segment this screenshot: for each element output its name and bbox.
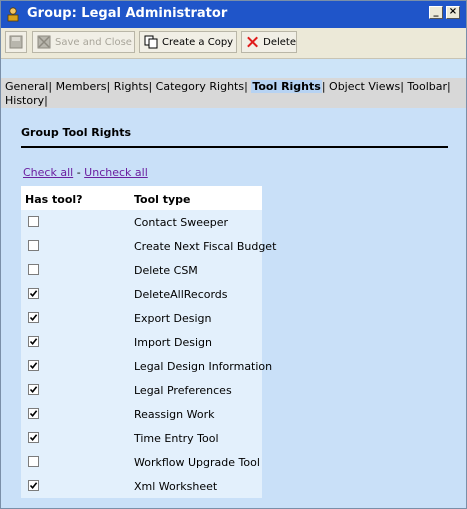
close-button[interactable]: × xyxy=(446,6,460,19)
tool-type-label: Reassign Work xyxy=(134,408,215,421)
table-body: Contact Sweeper Create Next Fiscal Budget… xyxy=(21,210,276,498)
table-row: Create Next Fiscal Budget xyxy=(21,234,276,258)
table-row: Delete CSM xyxy=(21,258,262,282)
save-icon xyxy=(9,35,23,49)
group-icon xyxy=(7,7,19,22)
checkmark-icon xyxy=(29,362,38,370)
toolbar: Save and Close Create a Copy Delete xyxy=(1,28,466,59)
delete-label: Delete xyxy=(263,36,296,48)
has-tool-checkbox[interactable] xyxy=(28,312,39,323)
close-icon: × xyxy=(448,6,458,17)
table-row: Contact Sweeper xyxy=(21,210,262,234)
create-a-copy-button[interactable]: Create a Copy xyxy=(139,31,237,53)
table-row: Time Entry Tool xyxy=(21,426,262,450)
table-row: Reassign Work xyxy=(21,402,262,426)
table-row: Workflow Upgrade Tool xyxy=(21,450,262,474)
tool-type-label: DeleteAllRecords xyxy=(134,288,228,301)
copy-icon xyxy=(144,35,158,49)
table-header: Has tool? Tool type xyxy=(21,186,262,210)
checkmark-icon xyxy=(29,338,38,346)
checkmark-icon xyxy=(29,386,38,394)
has-tool-checkbox[interactable] xyxy=(28,360,39,371)
tool-type-label: Contact Sweeper xyxy=(134,216,229,229)
link-separator: - xyxy=(76,166,81,179)
tab-bar: General| Members| Rights| Category Right… xyxy=(1,78,466,108)
tab-object-views[interactable]: Object Views xyxy=(329,80,400,93)
has-tool-checkbox[interactable] xyxy=(28,216,39,227)
tool-type-label: Legal Design Information xyxy=(134,360,273,373)
check-all-link[interactable]: Check all xyxy=(23,166,73,179)
has-tool-checkbox[interactable] xyxy=(28,384,39,395)
delete-icon xyxy=(247,36,258,48)
tool-type-label: Legal Preferences xyxy=(134,384,232,397)
table-row: Xml Worksheet xyxy=(21,474,262,498)
has-tool-checkbox[interactable] xyxy=(28,408,39,419)
window: Group: Legal Administrator _ × Save and … xyxy=(0,0,467,509)
save-and-close-button[interactable]: Save and Close xyxy=(32,31,135,53)
minimize-icon: _ xyxy=(433,6,439,17)
has-tool-checkbox[interactable] xyxy=(28,240,39,251)
has-tool-checkbox[interactable] xyxy=(28,432,39,443)
table-row: Legal Design Information xyxy=(21,354,272,378)
has-tool-checkbox[interactable] xyxy=(28,480,39,491)
delete-button[interactable]: Delete xyxy=(241,31,297,53)
tool-type-label: Export Design xyxy=(134,312,212,325)
save-button[interactable] xyxy=(5,31,27,53)
window-title: Group: Legal Administrator xyxy=(27,6,228,21)
tool-type-label: Time Entry Tool xyxy=(134,432,219,445)
table-row: Legal Preferences xyxy=(21,378,262,402)
create-a-copy-label: Create a Copy xyxy=(162,36,234,48)
section-title: Group Tool Rights xyxy=(21,126,132,139)
tool-type-label: Delete CSM xyxy=(134,264,198,277)
table-row: DeleteAllRecords xyxy=(21,282,262,306)
tool-type-label: Create Next Fiscal Budget xyxy=(134,240,277,253)
tab-history[interactable]: History xyxy=(5,94,44,107)
tab-members[interactable]: Members xyxy=(56,80,107,93)
tab-tool-rights[interactable]: Tool Rights xyxy=(251,80,322,93)
checkmark-icon xyxy=(29,290,38,298)
table-row: Export Design xyxy=(21,306,262,330)
has-tool-checkbox[interactable] xyxy=(28,456,39,467)
tool-type-label: Workflow Upgrade Tool xyxy=(134,456,260,469)
tool-type-label: Import Design xyxy=(134,336,212,349)
tab-category-rights[interactable]: Category Rights xyxy=(156,80,244,93)
checkmark-icon xyxy=(29,482,38,490)
has-tool-checkbox[interactable] xyxy=(28,336,39,347)
tool-rights-table: Has tool? Tool type Contact Sweeper Creat… xyxy=(21,186,276,498)
table-row: Import Design xyxy=(21,330,262,354)
tool-rights-panel: Group Tool Rights Check all - Uncheck al… xyxy=(1,108,466,508)
check-links: Check all - Uncheck all xyxy=(23,166,148,179)
has-tool-header: Has tool? xyxy=(25,193,83,206)
save-and-close-icon xyxy=(37,35,51,49)
tab-rights[interactable]: Rights xyxy=(114,80,149,93)
tool-type-header: Tool type xyxy=(134,193,191,206)
tool-type-label: Xml Worksheet xyxy=(134,480,218,493)
checkmark-icon xyxy=(29,314,38,322)
tab-toolbar[interactable]: Toolbar xyxy=(407,80,447,93)
has-tool-checkbox[interactable] xyxy=(28,264,39,275)
checkmark-icon xyxy=(29,434,38,442)
tab-general[interactable]: General xyxy=(5,80,48,93)
save-and-close-label: Save and Close xyxy=(55,36,132,48)
has-tool-checkbox[interactable] xyxy=(28,288,39,299)
minimize-button[interactable]: _ xyxy=(429,6,443,19)
uncheck-all-link[interactable]: Uncheck all xyxy=(84,166,148,179)
checkmark-icon xyxy=(29,410,38,418)
title-bar: Group: Legal Administrator _ × xyxy=(1,1,466,28)
section-divider xyxy=(21,146,448,148)
